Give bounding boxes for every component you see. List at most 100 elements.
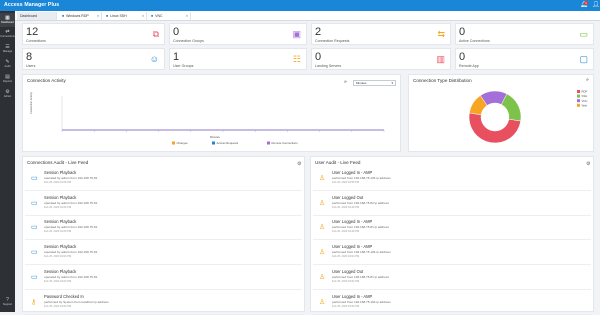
stat-label: User Groups — [173, 64, 194, 68]
users-icon: ☺ — [149, 54, 159, 64]
session-playback-icon: ▭ — [31, 175, 38, 182]
feed-description: operated by admin from 192.168.75.81 — [44, 200, 98, 205]
user-login-icon: ♙ — [319, 175, 326, 182]
notification-badge: 1 — [584, 1, 588, 5]
list-item[interactable]: ▭ Session Playback operated by admin from … — [25, 266, 302, 290]
feed-timestamp: Feb 25, 2020 04:00 PM — [44, 304, 72, 308]
list-item[interactable]: ▭ Session Playback operated by admin from … — [25, 241, 302, 266]
feed-title: Session Playback — [44, 244, 77, 250]
panel-title: User Audit - Live Feed — [315, 160, 361, 165]
legend-label: Changes — [177, 141, 189, 145]
feed-title: Password Checked In — [44, 293, 84, 299]
legend-swatch — [577, 103, 580, 107]
list-item[interactable]: ♙ User Logged In - AMP performed from 192.… — [313, 241, 591, 266]
list-item[interactable]: ▭ Session Playback operated by admin from … — [25, 216, 302, 241]
stat-card[interactable]: 0 Landing Servers ▥ — [311, 48, 451, 70]
close-icon[interactable]: × — [186, 12, 188, 20]
list-item[interactable]: ♙ User Logged Out performed from 192.168.7… — [313, 266, 591, 290]
ssh-icon: ■ — [106, 14, 109, 18]
feed-timestamp: Feb 25, 2020 03:53 PM — [332, 304, 360, 308]
feed-description: operated by admin from 192.168.75.81 — [44, 225, 98, 230]
feed-title: User Logged Out — [332, 268, 364, 274]
feed-title: User Logged In - AMP — [332, 244, 373, 250]
session-playback-icon: ▭ — [31, 224, 38, 232]
stat-card[interactable]: 0 Active Connections ▭ — [455, 23, 594, 45]
legend-swatch — [577, 99, 580, 103]
feed-timestamp: Feb 25, 2020 04:06 PM — [44, 205, 72, 209]
sidebar-item-manage[interactable]: ☰ Manage — [0, 42, 15, 56]
sidebar-item-dashboard[interactable]: ▦ Dashboard — [0, 13, 15, 27]
tab-linux-ssh[interactable]: ■ Linux SSH × — [103, 12, 147, 20]
sidebar-item-connections[interactable]: ⇄ Connections — [0, 27, 15, 41]
feed-description: performed by System from localhost ip ad… — [44, 299, 109, 304]
feed-description: performed from 192.168.75.81 ip address — [332, 225, 389, 230]
feed-description: operated by admin from 192.168.75.81 — [44, 250, 98, 255]
feed-timestamp: Feb 25, 2020 04:04 PM — [332, 255, 360, 259]
feed-description: performed from 192.168.75.82 ip address — [332, 200, 389, 205]
user-login-icon: ♙ — [319, 249, 326, 257]
list-item[interactable]: ♙ User Logged In - AMP performed from 192.… — [313, 291, 591, 315]
stat-card[interactable]: 2 Connection Requests ⇆ — [311, 23, 451, 45]
list-item[interactable]: ♙ User Logged In - AMP performed from 192.… — [313, 216, 591, 241]
legend-swatch — [172, 141, 175, 145]
user-logout-icon: ♙ — [319, 273, 326, 281]
feed-timestamp: Feb 25, 2020 03:54 PM — [332, 279, 360, 283]
list-item[interactable]: ▭ Session Playback operated by admin from … — [25, 192, 302, 216]
feed-title: User Logged In - AMP — [332, 170, 373, 175]
landing-servers-icon: ▥ — [436, 54, 445, 64]
stat-card[interactable]: 8 Users ☺ — [22, 48, 165, 70]
stat-card[interactable]: 1 User Groups ☷ — [169, 48, 307, 70]
feed-timestamp: Feb 25, 2020 04:04 PM — [44, 279, 72, 283]
session-playback-icon: ▭ — [31, 199, 38, 207]
sidebar-item-admin[interactable]: ⚙ Admin — [0, 87, 15, 101]
vnc-icon: ■ — [151, 14, 154, 18]
user-login-icon: ♙ — [319, 224, 326, 232]
tab-windows-rdp[interactable]: ■ Windows RDP × — [59, 12, 102, 20]
feed-timestamp: Feb 25, 2020 04:04 PM — [44, 255, 72, 259]
stat-card[interactable]: 0 Remote App ▢ — [455, 48, 594, 70]
tab-strip: Dashboard ■ Windows RDP × ■ Linux SSH × ■ VNC… — [15, 11, 600, 21]
list-item[interactable]: ♙ User Logged Out performed from 192.168.7… — [313, 192, 591, 216]
stat-value: 2 — [315, 26, 322, 38]
tab-vnc[interactable]: ■ VNC × — [148, 12, 191, 20]
list-item[interactable]: ♙ User Logged In - AMP performed from 192.… — [313, 167, 591, 191]
feed-timestamp: Feb 25, 2020 04:06 PM — [44, 181, 72, 184]
legend-label: Remote Connections — [272, 141, 299, 145]
sidebar: ▦ Dashboard ⇄ Connections ☰ Manage ✎ Audit ▤… — [0, 11, 15, 312]
legend-swatch — [577, 94, 580, 98]
stat-label: Active Connections — [459, 39, 490, 43]
list-item[interactable]: ⚷ Password Checked In performed by System … — [25, 291, 302, 315]
feed-description: operated by admin from 192.168.75.81 — [44, 176, 98, 180]
sidebar-item-reports[interactable]: ▤ Reports — [0, 72, 15, 86]
requests-icon: ⇆ — [437, 29, 445, 39]
top-bar: Access Manager Plus 🔔︎ 1 👤︎ — [0, 0, 600, 11]
user-icon[interactable]: 👤︎ — [592, 1, 600, 8]
feed-title: User Logged Out — [332, 194, 364, 200]
stat-value: 0 — [459, 26, 466, 38]
user-groups-icon: ☷ — [292, 54, 301, 64]
app-title: Access Manager Plus — [4, 2, 60, 8]
sidebar-item-audit[interactable]: ✎ Audit — [0, 57, 15, 71]
close-icon[interactable]: × — [142, 12, 144, 20]
tab-dashboard[interactable]: Dashboard — [17, 12, 57, 20]
legend-label: RDP — [582, 90, 588, 94]
panel-title: Connections Audit - Live Feed — [27, 160, 89, 165]
feed-title: Session Playback — [44, 268, 77, 274]
stat-value: 0 — [315, 51, 322, 63]
password-checkin-icon: ⚷ — [31, 298, 37, 306]
legend-label: SSH — [582, 94, 588, 98]
close-icon[interactable]: × — [97, 12, 99, 20]
session-playback-icon: ▭ — [31, 249, 38, 257]
stat-card[interactable]: 0 Connection Groups ▣ — [169, 23, 307, 45]
rdp-icon: ■ — [62, 14, 65, 18]
list-item[interactable]: ▭ Session Playback operated by admin from … — [25, 167, 302, 191]
legend-swatch — [267, 141, 270, 145]
stat-value: 1 — [173, 51, 180, 63]
feed-title: Session Playback — [44, 219, 77, 225]
legend-swatch — [212, 141, 215, 145]
stat-value: 12 — [26, 26, 39, 38]
x-axis-label: Minutes — [210, 135, 220, 139]
sidebar-item-support[interactable]: ? Support — [0, 295, 15, 309]
stat-card[interactable]: 12 Connections ⧉ — [22, 23, 165, 45]
feed-timestamp: Feb 25, 2020 04:49 PM — [332, 205, 360, 209]
